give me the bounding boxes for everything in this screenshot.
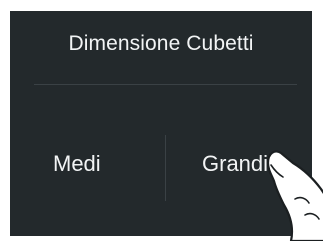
panel-title: Dimensione Cubetti — [68, 32, 254, 55]
hand-pointer-icon — [266, 150, 323, 241]
title-divider — [34, 84, 297, 85]
option-grandi-button[interactable]: Grandi — [202, 151, 268, 177]
options-divider — [165, 135, 166, 201]
option-medi-button[interactable]: Medi — [53, 151, 101, 177]
